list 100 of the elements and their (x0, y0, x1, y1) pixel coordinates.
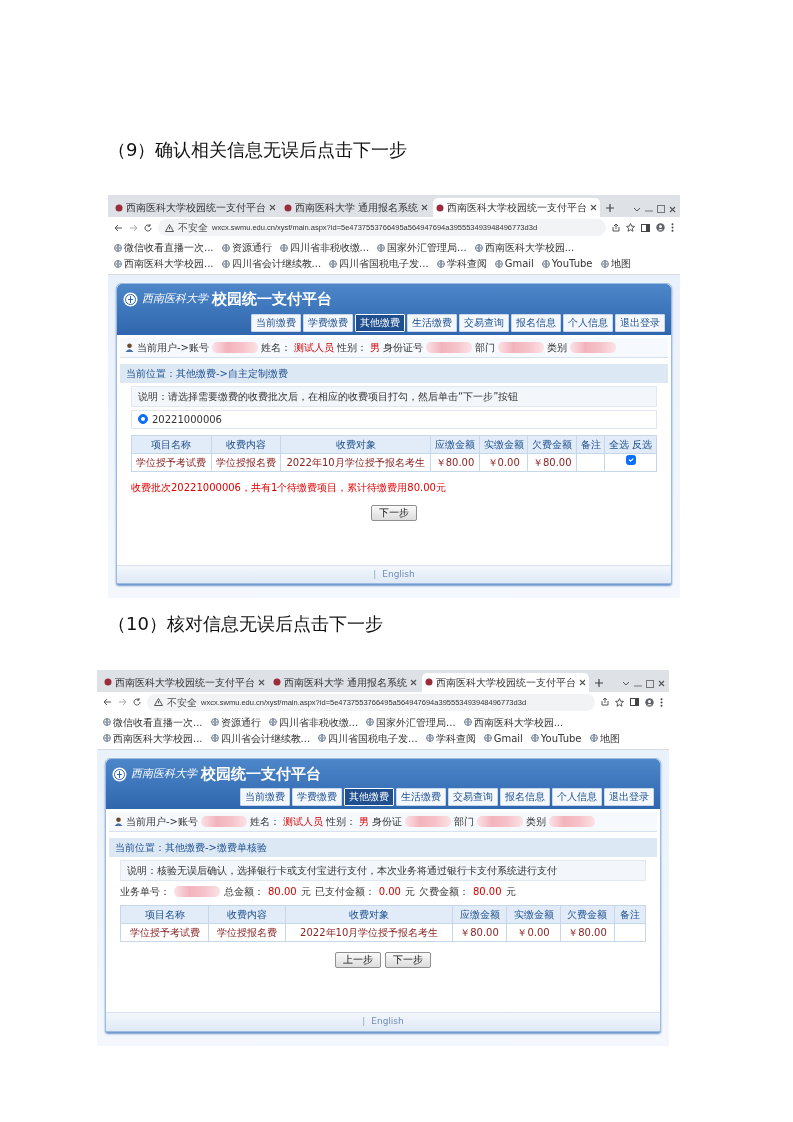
table-cell: 2022年10月学位授予报名考生 (280, 453, 431, 472)
field-label: 已支付金额： (314, 885, 375, 900)
field-value: 80.00 (268, 885, 297, 900)
table-cell: ￥80.00 (452, 923, 507, 942)
field-label: 性别： (337, 340, 367, 355)
nav-tab[interactable]: 报名信息 (511, 313, 561, 332)
field-value: 男 (370, 340, 380, 355)
column-header: 应缴金额 (430, 435, 480, 454)
column-header[interactable]: 全选 反选 (604, 435, 657, 454)
table-cell: ￥80.00 (527, 453, 577, 472)
bookmark-item[interactable]: 国家外汇管理局... (377, 240, 467, 256)
bookmark-item[interactable]: 西南医科大学校园... (474, 240, 575, 256)
bookmark-item[interactable]: 地图 (589, 730, 620, 746)
nav-tab[interactable]: 退出登录 (604, 788, 654, 807)
nav-tab[interactable]: 当前缴费 (240, 788, 290, 807)
step-button[interactable]: 下一步 (371, 504, 417, 521)
column-header: 欠费金额 (527, 435, 577, 454)
column-header: 收费内容 (211, 435, 281, 454)
nav-tab[interactable]: 交易查询 (459, 313, 509, 332)
bookmark-item[interactable]: 资源通行 (221, 240, 272, 256)
nav-tab[interactable]: 交易查询 (448, 788, 498, 807)
browser-tab[interactable]: 西南医科大学 通用报名系统 (270, 672, 421, 692)
bookmark-item[interactable]: 学科查阅 (425, 730, 476, 746)
nav-tab[interactable]: 退出登录 (615, 313, 665, 332)
bookmark-item[interactable]: Gmail (483, 730, 523, 746)
step-button[interactable]: 下一步 (385, 952, 431, 969)
column-header: 项目名称 (131, 435, 212, 454)
bookmark-item[interactable]: 四川省国税电子发... (329, 256, 429, 272)
breadcrumb-bar: 当前位置：其他缴费->自主定制缴费 (120, 363, 668, 383)
nav-tab[interactable]: 个人信息 (563, 313, 613, 332)
nav-tab[interactable]: 学费缴费 (303, 313, 353, 332)
bookmark-item[interactable]: 四川省非税收缴... (279, 240, 370, 256)
bookmark-item[interactable]: 四川省会计继续教... (221, 256, 322, 272)
column-header: 实缴金额 (506, 905, 561, 924)
bookmark-item[interactable]: 微信收看直播一次... (114, 240, 214, 256)
table-cell: 学位授报名费 (211, 453, 281, 472)
bookmark-item[interactable]: 微信收看直播一次... (103, 714, 203, 730)
browser-tab[interactable]: 西南医科大学 通用报名系统 (281, 198, 432, 218)
table-cell: ￥80.00 (560, 923, 615, 942)
field-label: 欠费金额： (418, 885, 469, 900)
nav-tab[interactable]: 生活缴费 (407, 313, 457, 332)
security-label: 不安全 (167, 695, 197, 710)
instruction-note: 说明：核验无误后确认，选择银行卡或支付宝进行支付，本次业务将通过银行卡支付系统进行支付 (120, 860, 646, 882)
field-label: 元 (505, 885, 516, 900)
nav-tab[interactable]: 个人信息 (552, 788, 602, 807)
column-header: 备注 (614, 905, 646, 924)
bookmark-item[interactable]: 四川省非税收缴... (268, 714, 359, 730)
column-header: 欠费金额 (560, 905, 615, 924)
bookmark-item[interactable]: 国家外汇管理局... (366, 714, 456, 730)
field-label: 部门 (475, 340, 495, 355)
bookmark-item[interactable]: YouTube (530, 730, 582, 746)
step-caption: （10）核对信息无误后点击下一步 (108, 612, 384, 636)
table-cell: 学位授予考试费 (131, 453, 212, 472)
bookmark-item[interactable]: 西南医科大学校园... (463, 714, 564, 730)
bookmark-item[interactable]: 四川省会计继续教... (210, 730, 311, 746)
field-label: 当前用户->账号 (137, 340, 209, 355)
bookmark-item[interactable]: 地图 (600, 256, 631, 272)
batch-label: 20221000006 (152, 412, 222, 427)
bookmark-item[interactable]: 资源通行 (210, 714, 261, 730)
logo-text: 西南医科大学 (131, 765, 197, 782)
bookmark-item[interactable]: Gmail (494, 256, 534, 272)
browser-tab[interactable]: 西南医科大学校园统一支付平台 (433, 198, 601, 218)
field-label: 身份证 (372, 815, 402, 830)
bookmark-item[interactable]: 四川省国税电子发... (318, 730, 418, 746)
nav-tab[interactable]: 其他缴费 (355, 313, 405, 332)
step-button[interactable]: 上一步 (335, 952, 381, 969)
bookmark-item[interactable]: 西南医科大学校园... (114, 256, 214, 272)
nav-tab[interactable]: 生活缴费 (396, 788, 446, 807)
field-label: 部门 (454, 815, 474, 830)
browser-tab[interactable]: 西南医科大学校园统一支付平台 (101, 672, 268, 692)
column-header: 应缴金额 (452, 905, 507, 924)
breadcrumb-bar: 当前位置：其他缴费->缴费单核验 (109, 838, 657, 858)
field-label: 类别 (526, 815, 546, 830)
site-title: 校园统一支付平台 (201, 763, 321, 785)
field-label: 姓名： (250, 815, 280, 830)
browser-tab[interactable]: 西南医科大学校园统一支付平台 (112, 198, 279, 218)
footer-separator: | (362, 1015, 366, 1029)
table-cell: 2022年10月学位授予报名考生 (285, 923, 453, 942)
column-header: 实缴金额 (479, 435, 528, 454)
column-header: 收费对象 (285, 905, 453, 924)
column-header: 收费内容 (208, 905, 286, 924)
field-label: 类别 (547, 340, 567, 355)
bookmark-item[interactable]: YouTube (541, 256, 593, 272)
logo-text: 西南医科大学 (142, 291, 208, 308)
nav-tab[interactable]: 报名信息 (500, 788, 550, 807)
site-title: 校园统一支付平台 (212, 289, 332, 311)
browser-tab[interactable]: 西南医科大学校园统一支付平台 (422, 672, 590, 692)
nav-tab[interactable]: 学费缴费 (292, 788, 342, 807)
nav-tab[interactable]: 其他缴费 (344, 788, 394, 807)
bookmark-item[interactable]: 学科查阅 (436, 256, 487, 272)
field-value: 测试人员 (294, 340, 334, 355)
batch-summary-text: 收费批次20221000006，共有1个待缴费项目，累计待缴费用80.00元 (131, 480, 447, 495)
field-label: 性别： (326, 815, 356, 830)
bookmark-item[interactable]: 西南医科大学校园... (103, 730, 203, 746)
column-header: 项目名称 (120, 905, 209, 924)
column-header: 备注 (576, 435, 605, 454)
field-label: 身份证号 (383, 340, 423, 355)
field-value: 0.00 (378, 885, 401, 900)
nav-tab[interactable]: 当前缴费 (251, 313, 301, 332)
table-cell: ￥0.00 (506, 923, 561, 942)
